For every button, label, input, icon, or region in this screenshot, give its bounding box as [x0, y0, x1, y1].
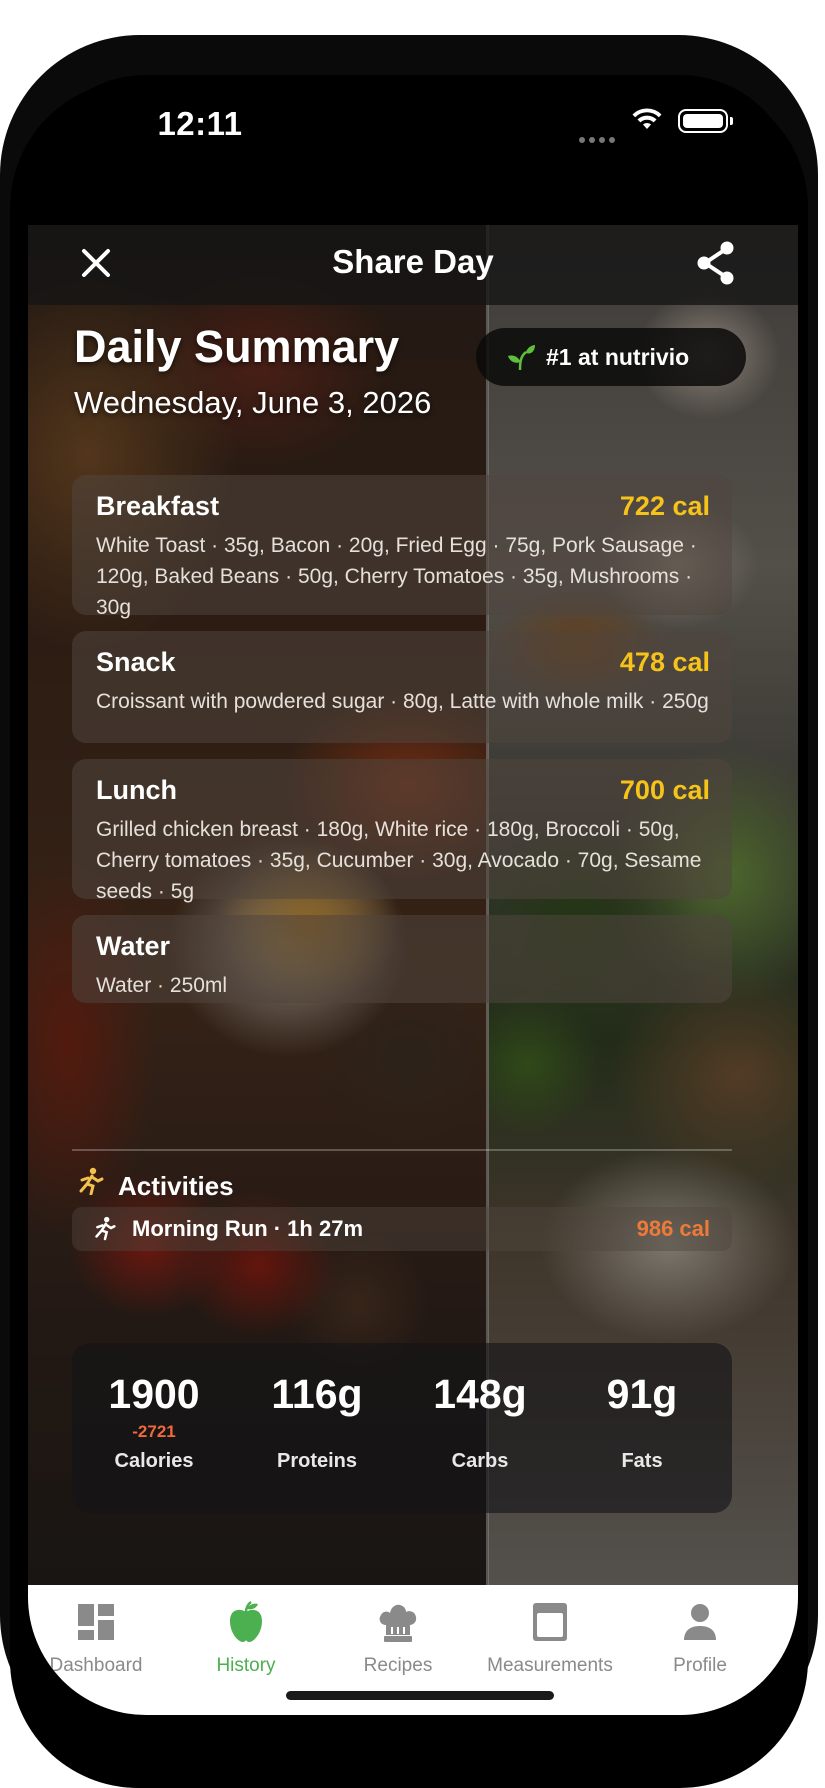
tab-label: Measurements	[487, 1655, 613, 1676]
section-divider	[72, 1149, 732, 1151]
total-label: Carbs	[451, 1450, 509, 1472]
tab-label: Dashboard	[49, 1655, 143, 1676]
tab-measurements[interactable]: Measurements	[475, 1597, 625, 1677]
status-time: 12:11	[157, 105, 243, 142]
meal-items: Water · 250ml	[96, 974, 228, 997]
total-carbs: 148g Carbs	[400, 1371, 560, 1473]
meal-items: White Toast · 35g, Bacon · 20g, Fried Eg…	[96, 534, 697, 619]
meal-name: Snack	[96, 647, 176, 677]
tab-profile[interactable]: Profile	[625, 1597, 775, 1677]
tab-label: Recipes	[363, 1655, 433, 1676]
total-value: 1900	[108, 1371, 200, 1417]
cellular-signal-icon	[579, 130, 619, 148]
share-icon	[697, 241, 734, 285]
total-label: Fats	[621, 1450, 663, 1472]
tab-dashboard[interactable]: Dashboard	[28, 1597, 171, 1677]
total-value: 148g	[433, 1371, 527, 1417]
tab-recipes[interactable]: Recipes	[323, 1597, 473, 1677]
summary-title: Daily Summary	[74, 321, 400, 372]
total-label: Calories	[114, 1450, 194, 1472]
meal-calories: 700 cal	[619, 775, 710, 805]
total-proteins: 116g Proteins	[237, 1371, 397, 1473]
total-sub	[400, 1422, 560, 1442]
chef-hat-icon	[323, 1597, 473, 1647]
activities-heading: Activities	[78, 1167, 234, 1202]
meal-calories: 722 cal	[619, 491, 710, 521]
meal-name: Lunch	[96, 775, 177, 805]
meal-card-snack: Snack 478 cal Croissant with powdered su…	[72, 631, 732, 743]
nutrition-totals: 1900 -2721 Calories 116g Proteins 148g C…	[72, 1343, 732, 1513]
sprout-icon	[506, 343, 536, 377]
tab-history[interactable]: History	[171, 1597, 321, 1677]
calorie-balance: -2721	[132, 1422, 176, 1441]
share-day-card: Share Day Daily Summary Wednesday, June …	[28, 225, 798, 1585]
total-sub	[562, 1422, 722, 1442]
activity-calories: 986 cal	[636, 1216, 710, 1241]
wifi-icon	[631, 107, 663, 136]
page-title: Share Day	[332, 243, 494, 280]
battery-icon	[678, 109, 733, 133]
tab-label: History	[216, 1655, 276, 1676]
running-icon	[94, 1215, 116, 1246]
close-icon	[82, 249, 110, 277]
person-icon	[625, 1597, 775, 1647]
meal-name: Breakfast	[96, 491, 220, 521]
activity-row: Morning Run · 1h 27m 986 cal	[72, 1207, 732, 1251]
screen: 12:11 Share Day Daily Summary Wednesday,…	[28, 75, 798, 1715]
share-button[interactable]	[690, 237, 742, 289]
activities-title: Activities	[118, 1171, 234, 1201]
runner-icon	[78, 1167, 108, 1202]
dashboard-icon	[28, 1597, 171, 1647]
total-value: 91g	[606, 1371, 678, 1417]
meal-name: Water	[96, 931, 171, 961]
app-badge: #1 at nutrivio	[476, 328, 746, 386]
close-button[interactable]	[72, 239, 120, 287]
total-fats: 91g Fats	[562, 1371, 722, 1473]
meal-card-water: Water Water · 250ml	[72, 915, 732, 1003]
total-label: Proteins	[276, 1450, 358, 1472]
activity-name: Morning Run · 1h 27m	[132, 1216, 363, 1241]
summary-date: Wednesday, June 3, 2026	[74, 385, 432, 420]
total-calories: 1900 -2721 Calories	[74, 1371, 234, 1473]
meal-card-breakfast: Breakfast 722 cal White Toast · 35g, Bac…	[72, 475, 732, 619]
apple-icon	[171, 1597, 321, 1647]
tab-label: Profile	[673, 1655, 727, 1676]
tab-bar: Dashboard History Recipes Measurements P…	[28, 1585, 798, 1715]
meal-items: Croissant with powdered sugar · 80g, Lat…	[96, 690, 709, 713]
home-indicator[interactable]	[286, 1691, 554, 1700]
scale-icon	[475, 1597, 625, 1647]
total-value: 116g	[271, 1371, 363, 1417]
meal-items: Grilled chicken breast · 180g, White ric…	[96, 818, 702, 903]
meal-calories: 478 cal	[619, 647, 710, 677]
total-sub	[237, 1422, 397, 1442]
top-bar: Share Day	[28, 225, 798, 305]
meal-card-lunch: Lunch 700 cal Grilled chicken breast · 1…	[72, 759, 732, 903]
badge-label: #1 at nutrivio	[546, 344, 690, 370]
